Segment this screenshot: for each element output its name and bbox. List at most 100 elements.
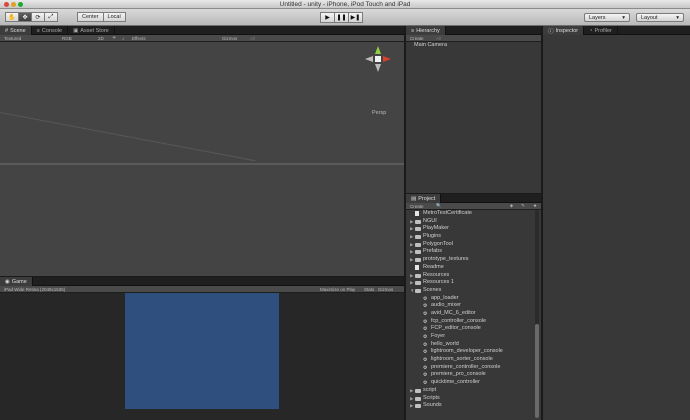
filter-label-icon[interactable]: ✎	[517, 203, 529, 209]
list-item[interactable]: ⚙ FCP_editor_console	[406, 325, 533, 333]
layers-dropdown[interactable]: Layers ▾	[584, 13, 630, 22]
list-item[interactable]: ▶ Prefabs	[406, 248, 533, 256]
expand-right-icon[interactable]: ▶	[410, 225, 413, 233]
list-item[interactable]: ⚙ premiere_pro_console	[406, 371, 533, 379]
playback-controls: ▶ ❚❚ ▶❚	[320, 12, 363, 23]
file-icon	[415, 264, 419, 270]
list-item[interactable]: ⚙ audio_mixer	[406, 302, 533, 310]
list-item[interactable]: ▶ NGUI	[406, 218, 533, 226]
list-item[interactable]: ▶ Sounds	[406, 402, 533, 410]
layout-dropdown[interactable]: Layout ▾	[636, 13, 684, 22]
list-icon: ≡	[411, 27, 415, 34]
list-item[interactable]: Readme	[406, 264, 533, 272]
tab-scene[interactable]: # Scene	[0, 26, 32, 35]
gizmos-dropdown[interactable]: Gizmos	[218, 36, 246, 41]
list-item[interactable]: ⚙ premiere_controller_console	[406, 364, 533, 372]
list-item[interactable]: ⚙ lightroom_developer_console	[406, 348, 533, 356]
expand-right-icon[interactable]: ▶	[410, 256, 413, 264]
project-scrollbar[interactable]	[535, 210, 539, 418]
list-item-label: prototype_textures	[423, 256, 469, 263]
folder-icon	[415, 388, 421, 393]
tab-project[interactable]: ▤ Project	[406, 194, 442, 203]
expand-down-icon[interactable]: ▼	[410, 287, 414, 295]
step-button[interactable]: ▶❚	[348, 12, 363, 23]
render-mode-dropdown[interactable]: RGB	[58, 36, 94, 41]
list-item[interactable]: ⚙ fcp_controller_console	[406, 318, 533, 326]
list-item[interactable]: MetroTestCertificate	[406, 210, 533, 218]
scene-controlbar: Textured RGB 2D ☀ ♪ Effects Gizmos All	[0, 35, 404, 42]
main-toolbar: ✋ ✥ ⟳ ⤢ Center Local ▶ ❚❚ ▶❚ Layers ▾ La…	[0, 9, 690, 26]
list-item-label: audio_mixer	[431, 302, 461, 309]
move-tool-button[interactable]: ✥	[18, 12, 32, 22]
lighting-icon[interactable]: ☀	[108, 35, 118, 41]
list-item[interactable]: Main Camera	[406, 42, 541, 50]
maximize-on-play-toggle[interactable]: Maximize on Play	[316, 287, 360, 292]
pause-button[interactable]: ❚❚	[334, 12, 349, 23]
stats-toggle[interactable]: Stats	[360, 287, 374, 292]
folder-icon	[415, 273, 421, 278]
store-icon: ▣	[73, 27, 79, 34]
project-scrollbar-thumb[interactable]	[535, 324, 539, 418]
expand-right-icon[interactable]: ▶	[410, 395, 413, 403]
pivot-center-button[interactable]: Center	[77, 12, 104, 22]
scene-search-input[interactable]: All	[246, 36, 259, 41]
chevron-down-icon: ▾	[622, 14, 625, 21]
list-item-label: Plugins	[423, 233, 442, 240]
gizmos-toggle[interactable]: Gizmos	[374, 287, 397, 292]
list-item[interactable]: ⚙ quicktime_controller	[406, 379, 533, 387]
expand-right-icon[interactable]: ▶	[410, 279, 413, 287]
hierarchy-search-input[interactable]: All	[432, 36, 445, 41]
play-button[interactable]: ▶	[320, 12, 335, 23]
tab-console[interactable]: ≡ Console	[32, 26, 69, 35]
list-item[interactable]: ▶ PolygonTool	[406, 241, 533, 249]
list-item[interactable]: ▼ Scenes	[406, 287, 533, 295]
effects-dropdown[interactable]: Effects	[128, 36, 218, 41]
shading-dropdown[interactable]: Textured	[0, 36, 58, 41]
tab-profiler[interactable]: ◔ Profiler	[584, 26, 618, 35]
expand-right-icon[interactable]: ▶	[410, 218, 413, 226]
scene-viewport[interactable]: Persp	[0, 42, 404, 276]
list-item[interactable]: ▶ Resources 1	[406, 279, 533, 287]
list-item[interactable]: ⚙ hello_world	[406, 341, 533, 349]
projection-label[interactable]: Persp	[372, 110, 386, 116]
scene-panel: # Scene ≡ Console ▣ Asset Store Textured RG…	[0, 26, 404, 276]
tab-hierarchy[interactable]: ≡ Hierarchy	[406, 26, 446, 35]
tab-game[interactable]: ◉ Game	[0, 277, 33, 286]
game-viewport[interactable]	[0, 293, 404, 420]
list-item-label: premiere_controller_console	[431, 363, 501, 370]
list-item[interactable]: ▶ prototype_textures	[406, 256, 533, 264]
tab-inspector[interactable]: ⓘ Inspector	[543, 26, 585, 35]
list-item[interactable]: ▶ Resources	[406, 272, 533, 280]
orientation-gizmo-icon[interactable]	[365, 46, 391, 82]
expand-right-icon[interactable]: ▶	[410, 402, 413, 410]
favorites-icon[interactable]: ★	[529, 203, 541, 209]
rotate-tool-button[interactable]: ⟳	[31, 12, 45, 22]
list-item[interactable]: ⚙ app_loader	[406, 295, 533, 303]
list-item[interactable]: ▶ Plugins	[406, 233, 533, 241]
list-item[interactable]: ⚙ lightroom_sorter_console	[406, 356, 533, 364]
list-item[interactable]: ▶ Scripts	[406, 395, 533, 403]
folder-icon	[415, 235, 421, 240]
list-item[interactable]: ▶ script	[406, 387, 533, 395]
list-item[interactable]: ⚙ avid_MC_6_editor	[406, 310, 533, 318]
inspector-tabbar: ⓘ Inspector ◔ Profiler	[543, 26, 690, 35]
filter-type-icon[interactable]: ◈	[506, 203, 517, 209]
audio-icon[interactable]: ♪	[118, 36, 128, 41]
tab-asset-store[interactable]: ▣ Asset Store	[68, 26, 115, 35]
expand-right-icon[interactable]: ▶	[410, 387, 413, 395]
project-search-input[interactable]: 🔍	[432, 203, 506, 209]
list-item[interactable]: ⚙ Foyer	[406, 333, 533, 341]
list-item[interactable]: ▶ PlayMaker	[406, 225, 533, 233]
expand-right-icon[interactable]: ▶	[410, 272, 413, 280]
aspect-dropdown[interactable]: iPad Wide Retina (2048x1536)	[0, 287, 316, 292]
tab-console-label: Console	[41, 27, 63, 34]
expand-right-icon[interactable]: ▶	[410, 241, 413, 249]
mode-2d-toggle[interactable]: 2D	[94, 36, 108, 41]
hierarchy-create-dropdown[interactable]: Create	[406, 36, 432, 41]
scale-tool-button[interactable]: ⤢	[44, 12, 58, 22]
project-create-dropdown[interactable]: Create	[406, 204, 432, 209]
expand-right-icon[interactable]: ▶	[410, 248, 413, 256]
expand-right-icon[interactable]: ▶	[410, 233, 413, 241]
pivot-local-button[interactable]: Local	[102, 12, 126, 22]
hand-tool-button[interactable]: ✋	[5, 12, 19, 22]
